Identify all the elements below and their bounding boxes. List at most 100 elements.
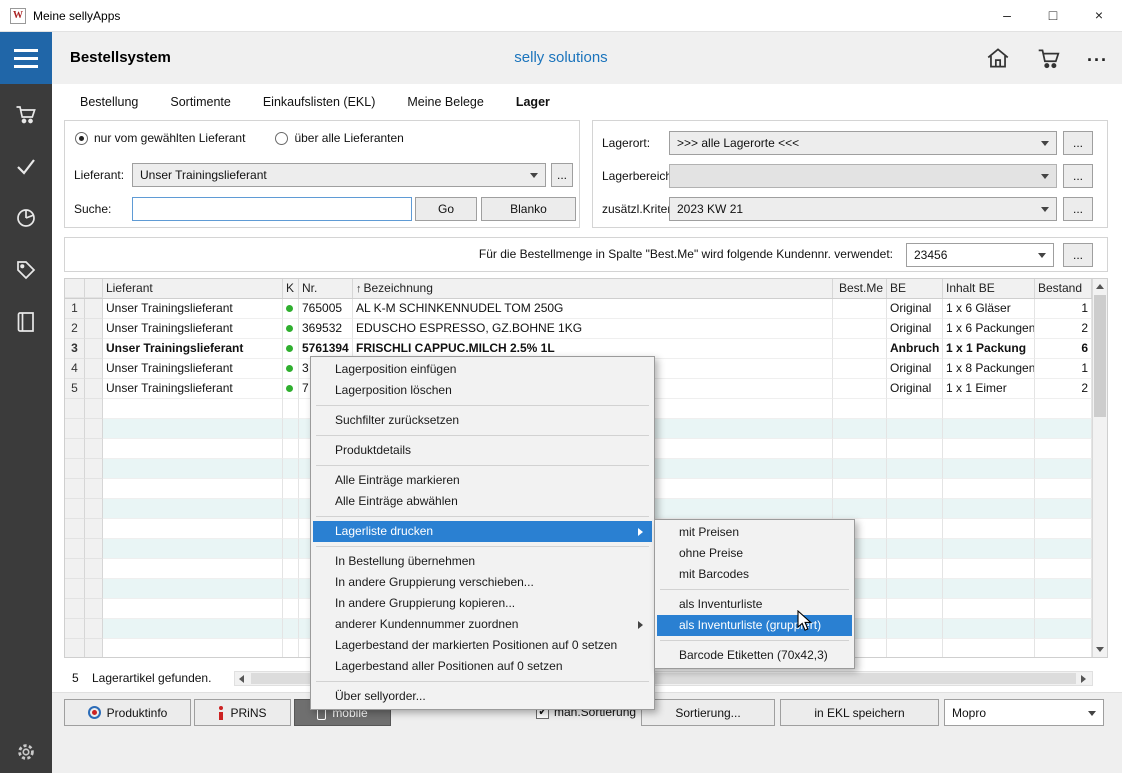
header-bestme[interactable]: Best.Me <box>833 279 887 298</box>
lagerort-select[interactable]: >>> alle Lagerorte <<< <box>669 131 1057 155</box>
kundennr-info-text: Für die Bestellmenge in Spalte "Best.Me"… <box>479 238 893 271</box>
cart-icon[interactable] <box>1035 45 1063 71</box>
submenu-item-als-inventurliste[interactable]: als Inventurliste <box>657 594 852 615</box>
menu-item-alle-auf-0[interactable]: Lagerbestand aller Positionen auf 0 setz… <box>313 656 652 677</box>
window-title: Meine sellyApps <box>33 0 120 32</box>
menu-item-gruppierung-kopieren[interactable]: In andere Gruppierung kopieren... <box>313 593 652 614</box>
header-more-button[interactable]: ... <box>1087 45 1108 72</box>
lieferant-more-button[interactable]: ... <box>551 163 573 187</box>
header-inhalt-be[interactable]: Inhalt BE <box>943 279 1035 298</box>
menu-item-produktdetails[interactable]: Produktdetails <box>313 440 652 461</box>
cell-inhalt: 1 x 1 Packung <box>943 339 1035 359</box>
header-k[interactable]: K <box>283 279 299 298</box>
menu-item-lagerliste-drucken[interactable]: Lagerliste drucken <box>313 521 652 542</box>
result-count: 5 <box>72 671 79 685</box>
maximize-button[interactable]: □ <box>1030 0 1076 32</box>
sidebar-item-cart-icon[interactable] <box>14 102 38 129</box>
vertical-scrollbar[interactable] <box>1092 279 1107 657</box>
radio-alle-lieferanten[interactable] <box>275 132 288 145</box>
cell-lieferant: Unser Trainingslieferant <box>103 319 283 339</box>
menu-item-alle-markieren[interactable]: Alle Einträge markieren <box>313 470 652 491</box>
submenu-item-mit-barcodes[interactable]: mit Barcodes <box>657 564 852 585</box>
prins-button[interactable]: PRiNS <box>194 699 291 726</box>
tab-meine-belege[interactable]: Meine Belege <box>407 95 483 109</box>
submenu-item-ohne-preise[interactable]: ohne Preise <box>657 543 852 564</box>
scroll-right-icon[interactable] <box>1077 672 1092 685</box>
submenu-item-mit-preisen[interactable]: mit Preisen <box>657 522 852 543</box>
sidebar-item-pie-chart-icon[interactable] <box>14 206 38 233</box>
scroll-up-icon[interactable] <box>1093 279 1108 294</box>
sidebar-item-check-icon[interactable] <box>14 154 38 181</box>
cell-be: Original <box>887 359 943 379</box>
mopro-select[interactable]: Mopro <box>944 699 1104 726</box>
submenu-item-als-inventurliste-gruppiert[interactable]: als Inventurliste (gruppiert) <box>657 615 852 636</box>
sidebar-item-tag-icon[interactable] <box>14 258 38 285</box>
scroll-left-icon[interactable] <box>235 672 250 685</box>
table-row[interactable]: 2 Unser Trainingslieferant 369532 EDUSCH… <box>65 319 1092 339</box>
kundennr-select[interactable]: 23456 <box>906 243 1054 267</box>
chevron-down-icon <box>1038 253 1046 258</box>
home-icon[interactable] <box>985 45 1011 71</box>
cell-k <box>283 339 299 359</box>
lagerbereich-select <box>669 164 1057 188</box>
header-bezeichnung[interactable]: ↑Bezeichnung <box>353 279 833 298</box>
ekl-speichern-button[interactable]: in EKL speichern <box>780 699 939 726</box>
menu-separator <box>316 681 649 682</box>
menu-item-markierte-auf-0[interactable]: Lagerbestand der markierten Positionen a… <box>313 635 652 656</box>
header-nr[interactable]: Nr. <box>299 279 353 298</box>
cell-be: Original <box>887 319 943 339</box>
menu-item-ueber-sellyorder[interactable]: Über sellyorder... <box>313 686 652 707</box>
submenu-item-barcode-etiketten[interactable]: Barcode Etiketten (70x42,3) <box>657 645 852 666</box>
lagerort-more-button[interactable]: ... <box>1063 131 1093 155</box>
chevron-down-icon <box>530 173 538 178</box>
menu-item-in-bestellung-uebernehmen[interactable]: In Bestellung übernehmen <box>313 551 652 572</box>
lagerbereich-more-button[interactable]: ... <box>1063 164 1093 188</box>
header-lieferant[interactable]: Lieferant <box>103 279 283 298</box>
menu-separator <box>316 435 649 436</box>
vertical-scroll-thumb[interactable] <box>1094 295 1106 417</box>
lieferant-select[interactable]: Unser Trainingslieferant <box>132 163 546 187</box>
scroll-down-icon[interactable] <box>1093 642 1108 657</box>
cell-bestme[interactable] <box>833 299 887 319</box>
chevron-down-icon <box>1041 141 1049 146</box>
menu-item-alle-abwaehlen[interactable]: Alle Einträge abwählen <box>313 491 652 512</box>
kundennr-more-button[interactable]: ... <box>1063 243 1093 267</box>
go-button[interactable]: Go <box>415 197 477 221</box>
menu-item-lagerposition-loeschen[interactable]: Lagerposition löschen <box>313 380 652 401</box>
produktinfo-button[interactable]: Produktinfo <box>64 699 191 726</box>
cell-k <box>283 299 299 319</box>
mouse-cursor <box>797 610 817 635</box>
menu-item-kundennummer-zuordnen[interactable]: anderer Kundennummer zuordnen <box>313 614 652 635</box>
minimize-button[interactable]: – <box>984 0 1030 32</box>
cell-bestme[interactable] <box>833 379 887 399</box>
search-input[interactable] <box>132 197 412 221</box>
lagerort-value: >>> alle Lagerorte <<< <box>677 136 799 150</box>
cell-bestme[interactable] <box>833 359 887 379</box>
tab-einkaufslisten[interactable]: Einkaufslisten (EKL) <box>263 95 376 109</box>
kriterium-more-button[interactable]: ... <box>1063 197 1093 221</box>
cell-lieferant: Unser Trainingslieferant <box>103 359 283 379</box>
close-button[interactable]: × <box>1076 0 1122 32</box>
menu-item-lagerposition-einfuegen[interactable]: Lagerposition einfügen <box>313 359 652 380</box>
radio-nur-gewaehlter-lieferant[interactable] <box>75 132 88 145</box>
header-bestand[interactable]: Bestand <box>1035 279 1092 298</box>
sidebar-item-catalog-icon[interactable] <box>14 310 38 337</box>
titlebar: W Meine sellyApps – □ × <box>0 0 1122 32</box>
kriterium-select[interactable]: 2023 KW 21 <box>669 197 1057 221</box>
sortierung-button[interactable]: Sortierung... <box>641 699 775 726</box>
tab-lager[interactable]: Lager <box>516 95 550 109</box>
menu-item-suchfilter-zuruecksetzen[interactable]: Suchfilter zurücksetzen <box>313 410 652 431</box>
header-be[interactable]: BE <box>887 279 943 298</box>
settings-gear-icon[interactable] <box>0 741 52 763</box>
cell-bezeichnung: EDUSCHO ESPRESSO, GZ.BOHNE 1KG <box>353 319 833 339</box>
kriterium-label: zusätzl.Kriter: <box>602 202 675 216</box>
blanko-button[interactable]: Blanko <box>481 197 576 221</box>
menu-separator <box>316 546 649 547</box>
tab-bestellung[interactable]: Bestellung <box>80 95 138 109</box>
tab-sortimente[interactable]: Sortimente <box>170 95 230 109</box>
menu-item-gruppierung-verschieben[interactable]: In andere Gruppierung verschieben... <box>313 572 652 593</box>
cell-bestme[interactable] <box>833 339 887 359</box>
cell-be: Original <box>887 379 943 399</box>
table-row[interactable]: 1 Unser Trainingslieferant 765005 AL K-M… <box>65 299 1092 319</box>
cell-bestme[interactable] <box>833 319 887 339</box>
